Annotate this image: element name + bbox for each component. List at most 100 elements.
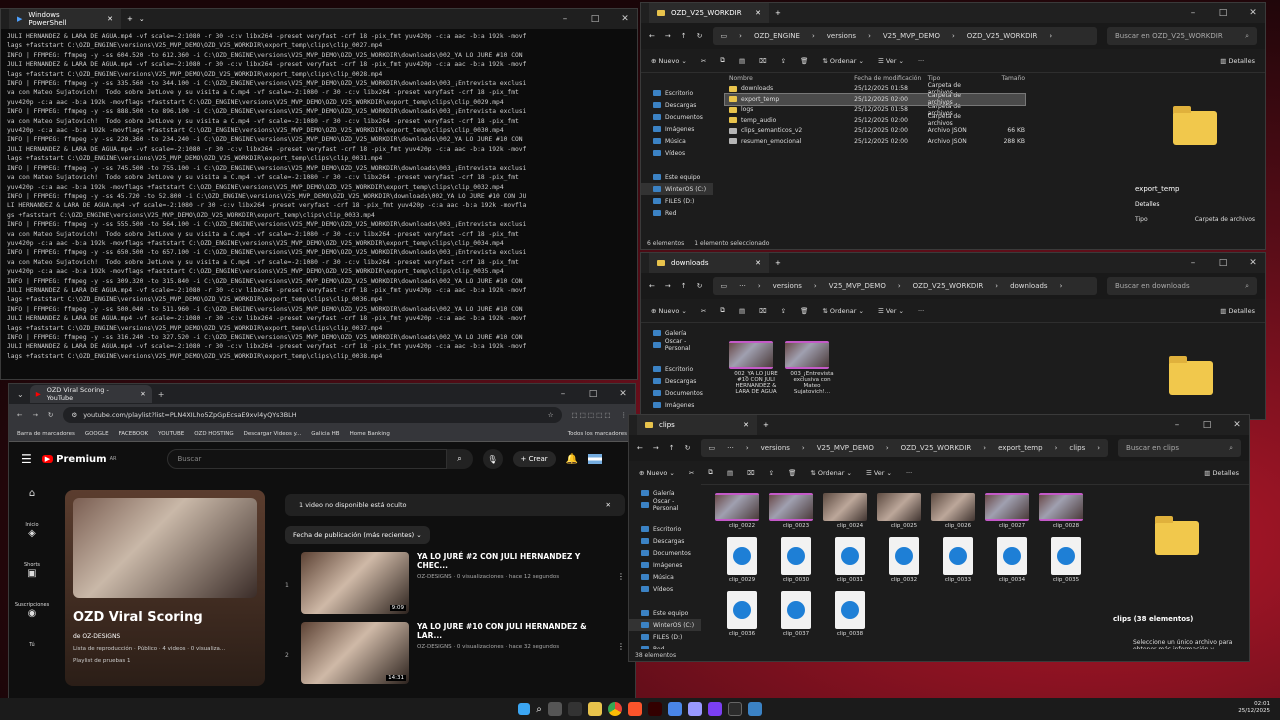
video-thumbnail[interactable]: 14:31 — [301, 622, 409, 684]
minimize-icon[interactable]: – — [1181, 258, 1205, 268]
task-view-icon[interactable] — [547, 702, 562, 716]
nav-item[interactable]: Música — [629, 571, 701, 583]
back-icon[interactable]: ← — [649, 282, 655, 290]
explorer-clips-tab[interactable]: clips ✕ — [637, 415, 757, 435]
chrome-icon[interactable] — [607, 702, 622, 716]
clip-file[interactable]: clip_0029 — [715, 537, 769, 583]
clip-file[interactable]: clip_0024 — [823, 493, 877, 529]
close-icon[interactable]: ✕ — [1241, 258, 1265, 268]
breadcrumb[interactable]: ▭ ··· › versions › V25_MVP_DEMO › OZD_V25_WO… — [712, 277, 1097, 295]
nav-item[interactable]: FILES (D:) — [641, 195, 713, 207]
column-size[interactable]: Tamaño — [987, 75, 1025, 82]
clip-file[interactable]: clip_0023 — [769, 493, 823, 529]
forward-icon[interactable]: → — [32, 411, 37, 419]
nav-item[interactable]: Vídeos — [641, 147, 713, 159]
clip-file[interactable]: clip_0038 — [823, 591, 877, 637]
nav-item[interactable]: Descargas — [641, 99, 713, 111]
file-explorer-icon[interactable] — [587, 702, 602, 716]
details-button[interactable]: ▥ Detalles — [1204, 469, 1239, 477]
breadcrumb-item[interactable]: OZD_V25_WORKDIR — [913, 282, 984, 290]
star-icon[interactable]: ☆ — [548, 411, 554, 419]
more-options-icon[interactable]: ··· — [918, 307, 924, 315]
minimize-icon[interactable]: – — [553, 14, 577, 24]
nav-item[interactable]: Documentos — [641, 387, 713, 399]
explorer-clips-window[interactable]: clips ✕ + – □ ✕ ← → ↑ ↻ ▭ ··· › versions › … — [628, 414, 1250, 662]
clip-file[interactable]: clip_0027 — [985, 493, 1039, 529]
close-tab-icon[interactable]: ✕ — [755, 9, 761, 17]
explorer-active-icon[interactable] — [747, 702, 762, 716]
view-button[interactable]: ☰ Ver ⌄ — [878, 57, 904, 65]
file-list[interactable]: Nombre Fecha de modificación Tipo Tamaño… — [724, 73, 1026, 147]
table-row[interactable]: clips_semanticos_v2 25/12/2025 02:00 Archi… — [725, 126, 1025, 137]
video-file[interactable]: 003_¡Entrevista exclusiva con Mateo Suja… — [785, 341, 839, 395]
new-button[interactable]: ⊕ Nuevo ⌄ — [651, 57, 687, 65]
close-tab-icon[interactable]: ✕ — [107, 15, 113, 23]
navigation-pane[interactable]: Galería Oscar - Personal Escritorio Descarg… — [641, 323, 713, 419]
delete-icon[interactable]: 🗑 — [800, 57, 808, 65]
new-tab-icon[interactable]: + — [775, 259, 781, 267]
file-grid[interactable]: 002_YA LO JURE #10 CON JULI HERNANDEZ & … — [729, 341, 839, 395]
start-icon[interactable] — [518, 703, 531, 715]
breadcrumb-item[interactable]: export_temp — [998, 444, 1043, 452]
column-type[interactable]: Tipo — [928, 75, 988, 82]
nav-item[interactable]: Documentos — [641, 111, 713, 123]
playlist-thumbnail[interactable] — [73, 498, 257, 598]
all-bookmarks[interactable]: Todos los marcadores — [568, 431, 627, 437]
playlist-video-row[interactable]: 1 9:09 YA LO JURÉ #2 CON JULI HERNANDEZ Y … — [285, 552, 625, 614]
bookmark-item[interactable]: FACEBOOK — [119, 431, 149, 437]
navigation-pane[interactable]: Galería Oscar - Personal Escritorio Descarg… — [629, 483, 701, 653]
cut-icon[interactable]: ✂ — [701, 307, 706, 315]
premiere-icon[interactable] — [687, 702, 702, 716]
brave-icon[interactable] — [627, 702, 642, 716]
more-options-icon[interactable]: ··· — [918, 57, 924, 65]
file-grid[interactable]: clip_0022 clip_0023 clip_0024 clip_0025 clip… — [715, 493, 1099, 645]
nav-item[interactable]: Escritorio — [641, 87, 713, 99]
forward-icon[interactable]: → — [665, 32, 671, 40]
sort-button[interactable]: ⇅ Ordenar ⌄ — [822, 57, 864, 65]
clip-file[interactable]: clip_0036 — [715, 591, 769, 637]
nav-item[interactable]: Documentos — [629, 547, 701, 559]
nav-item[interactable]: Imágenes — [641, 399, 713, 411]
sort-button[interactable]: ⇅ Ordenar ⌄ — [810, 469, 852, 477]
explorer-workdir-tab[interactable]: OZD_V25_WORKDIR ✕ — [649, 3, 769, 23]
minimize-icon[interactable]: – — [551, 389, 575, 399]
nav-item[interactable]: Imágenes — [629, 559, 701, 571]
refresh-icon[interactable]: ↻ — [697, 32, 703, 40]
docs-icon[interactable] — [667, 702, 682, 716]
nav-item[interactable]: Oscar - Personal — [641, 338, 713, 352]
nav-item[interactable]: Imágenes — [641, 123, 713, 135]
navigation-pane[interactable]: Escritorio Descargas Documentos Imágenes Mús… — [641, 83, 713, 233]
new-button[interactable]: ⊕ Nuevo ⌄ — [651, 307, 687, 315]
close-icon[interactable]: ✕ — [613, 14, 637, 24]
refresh-icon[interactable]: ↻ — [697, 282, 703, 290]
bookmark-item[interactable]: GOOGLE — [85, 431, 109, 437]
nav-item[interactable]: FILES (D:) — [629, 631, 701, 643]
details-button[interactable]: ▥ Detalles — [1220, 307, 1255, 315]
view-button[interactable]: ☰ Ver ⌄ — [866, 469, 892, 477]
delete-icon[interactable]: 🗑 — [800, 307, 808, 315]
nav-item[interactable]: Escritorio — [629, 523, 701, 535]
create-button[interactable]: + Crear — [512, 451, 556, 467]
up-icon[interactable]: ↑ — [669, 444, 675, 452]
paste-icon[interactable]: ▤ — [727, 469, 733, 477]
breadcrumb-item[interactable]: OZD_V25_WORKDIR — [901, 444, 972, 452]
maximize-icon[interactable]: □ — [1211, 8, 1235, 18]
nav-item[interactable]: WinterOS (C:) — [629, 619, 701, 631]
maximize-icon[interactable]: □ — [581, 389, 605, 399]
reload-icon[interactable]: ↻ — [48, 411, 53, 419]
breadcrumb-item[interactable]: V25_MVP_DEMO — [829, 282, 886, 290]
clip-file[interactable]: clip_0035 — [1039, 537, 1093, 583]
minimize-icon[interactable]: – — [1181, 8, 1205, 18]
nav-item[interactable]: Escritorio — [641, 363, 713, 375]
playlist-owner[interactable]: de OZ-DESIGNS — [73, 633, 257, 640]
explorer-workdir-window[interactable]: OZD_V25_WORKDIR ✕ + – □ ✕ ← → ↑ ↻ ▭ › OZ… — [640, 2, 1266, 250]
more-actions-icon[interactable]: ⋮ — [617, 622, 625, 651]
dropdown-icon[interactable]: ⌄ — [139, 15, 145, 23]
close-tab-icon[interactable]: ✕ — [140, 390, 145, 398]
breadcrumb-item[interactable]: clips — [1069, 444, 1085, 452]
clip-file[interactable]: clip_0028 — [1039, 493, 1093, 529]
clip-file[interactable]: clip_0022 — [715, 493, 769, 529]
clip-file[interactable]: clip_0031 — [823, 537, 877, 583]
new-button[interactable]: ⊕ Nuevo ⌄ — [639, 469, 675, 477]
new-tab-icon[interactable]: + — [775, 9, 781, 17]
